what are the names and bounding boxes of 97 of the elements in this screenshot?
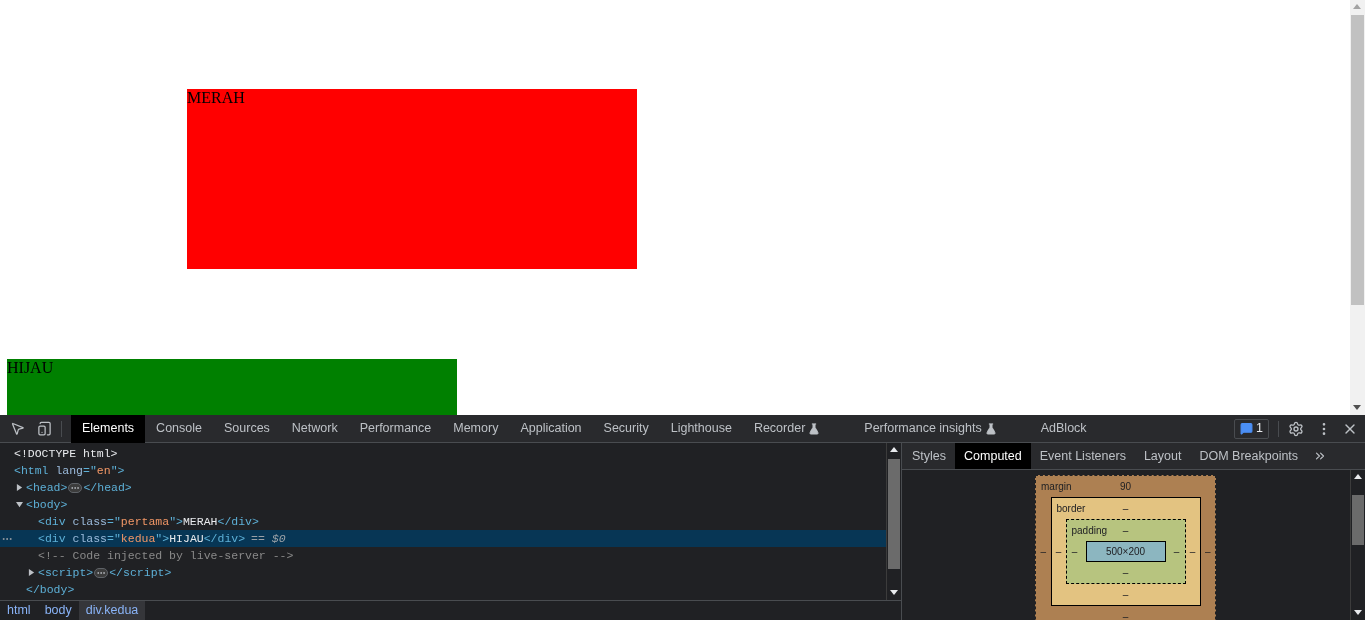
panel-tab[interactable]: AdBlock [1029,414,1098,443]
dom-node-row[interactable]: <head> </head> [0,479,886,496]
dom-token: </body> [26,583,75,596]
box-value: – [1122,524,1129,538]
flask-icon [984,422,997,435]
panel-tab[interactable]: Performance [348,414,443,443]
sidebar-tab[interactable]: Event Listeners [1030,443,1135,469]
dom-token: pertama [120,514,170,530]
scrollbar[interactable] [1350,470,1365,620]
panel-tab[interactable]: Sources [213,414,281,443]
scroll-up-icon[interactable] [1354,474,1362,479]
dom-token: en [96,463,111,479]
content-size: 500×200 [1085,541,1166,562]
breadcrumb[interactable]: div.kedua [78,601,146,620]
collapsed-triangle-icon[interactable] [28,569,35,576]
scrollbar-thumb[interactable] [888,459,900,569]
panel-tab[interactable]: Lighthouse [659,414,743,443]
box-value: – [1122,610,1129,620]
expanded-triangle-icon[interactable] [16,501,23,508]
dom-token: "> [155,531,170,547]
dom-token: =" [107,514,121,530]
box-value: – [1122,502,1129,516]
dom-token: <head> [26,480,68,496]
message-icon [1240,422,1254,435]
ellipsis-icon[interactable] [68,482,83,493]
panel-tab[interactable]: Performance insights [853,414,1008,443]
panel-tab[interactable]: Application [509,414,593,443]
box-label: padding [1071,524,1108,538]
breadcrumb[interactable]: body [37,601,79,620]
dom-token: <div [38,514,66,530]
box-value: – [1122,566,1129,580]
scroll-down-icon[interactable] [890,590,898,595]
device-toolbar-icon[interactable] [37,421,52,436]
dom-token: =" [83,463,97,479]
dom-node-row[interactable]: <!DOCTYPE html> [0,445,886,462]
dom-token: <div [38,531,66,547]
dom-token: class [71,514,108,530]
scroll-down-icon[interactable] [1353,405,1361,410]
scrollbar-thumb[interactable] [1351,15,1364,305]
dom-token: "> [169,514,183,530]
scrollbar[interactable] [886,443,901,600]
dom-node-row[interactable]: <body> [0,496,886,513]
box-label: border [1056,502,1086,516]
dom-node-row[interactable]: <script> </script> [0,564,886,581]
dom-node-row[interactable]: <!-- Code injected by live-server --> [0,547,886,564]
sidebar-tab[interactable]: DOM Breakpoints [1190,443,1308,469]
dom-token: </div> [203,531,246,547]
box-value: – [1188,545,1197,559]
box-value: – [1054,545,1063,559]
box-label: margin [1041,480,1072,494]
sidebar-tab[interactable]: Computed [955,443,1031,469]
dom-token: kedua [120,531,156,547]
box-value: – [1203,545,1212,559]
flask-icon [808,422,821,435]
panel-tab[interactable]: Console [145,414,213,443]
ellipsis-icon[interactable] [94,567,109,578]
box-value: – [1070,545,1079,559]
inspect-icon[interactable] [10,421,25,436]
dom-token: class [71,531,108,547]
dom-token: HIJAU [169,531,204,547]
content-block: HIJAU [7,359,457,415]
breadcrumb[interactable]: html [0,601,38,620]
collapsed-triangle-icon[interactable] [16,484,23,491]
settings-icon[interactable] [1288,420,1304,437]
panel-tab[interactable]: Recorder [742,414,832,443]
panel-tab[interactable]: Memory [442,414,510,443]
panel-tab[interactable]: Elements [71,414,146,443]
dom-node-row[interactable]: <div class="pertama">MERAH</div> [0,513,886,530]
scrollbar-thumb[interactable] [1352,495,1364,545]
box-value: – [1122,588,1129,602]
scroll-up-icon[interactable] [890,447,898,452]
dom-token: MERAH [182,514,218,530]
content-block: MERAH [187,89,637,269]
dom-node-row[interactable]: <html lang="en"> [0,462,886,479]
dom-token: <body> [26,497,68,513]
dom-token: <script> [38,565,94,581]
dom-token: =" [107,531,121,547]
issues-badge[interactable]: 1 [1234,418,1269,439]
box-value: – [1172,545,1181,559]
dom-token: "> [110,463,125,479]
dom-token: </div> [217,514,259,530]
dom-token: </head> [83,480,132,496]
dom-token: <html [14,463,49,479]
console-ref: == $0 [251,531,286,547]
dom-token: <!-- Code injected by live-server --> [38,548,294,564]
scrollbar[interactable] [1350,0,1365,415]
panel-tab[interactable]: Network [280,414,349,443]
dom-node-row[interactable]: <div class="kedua">HIJAU</div> == $0 [0,530,886,547]
dom-token: <!DOCTYPE html> [14,446,118,462]
sidebar-tab[interactable]: Layout [1134,443,1191,469]
sidebar-tab[interactable]: Styles [903,443,956,469]
dom-token: lang [54,463,84,479]
dom-token: </script> [109,565,172,581]
box-value: 90 [1119,480,1132,494]
scroll-down-icon[interactable] [1354,610,1362,615]
box-value: – [1039,545,1048,559]
panel-tab[interactable]: Security [592,414,660,443]
